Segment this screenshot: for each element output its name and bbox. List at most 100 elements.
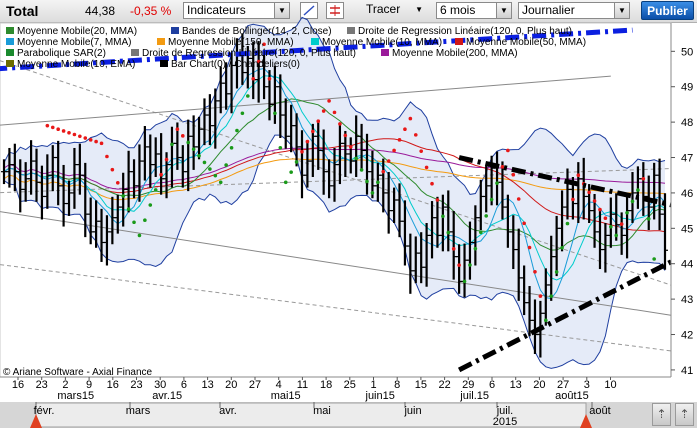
x-axis: 16 23 2 9 16 23 30 6 13 20 27 4 11 18 25 1 8 15 22 29 6 13 20 2… — [0, 376, 671, 402]
sar-dot — [343, 133, 348, 138]
sar-dot — [208, 167, 212, 171]
sar-dot — [376, 180, 380, 185]
sar-dot — [175, 127, 180, 131]
sar-dot — [240, 111, 245, 116]
sar-dot — [511, 172, 516, 177]
legend-label: Droite de Regression Linéaire(120, 0, Pl… — [358, 26, 573, 37]
legend-swatch — [6, 38, 14, 45]
sar-dot — [571, 197, 575, 202]
sar-dot — [522, 221, 526, 226]
sar-dot — [105, 154, 109, 159]
x-day-label: 13 — [510, 379, 522, 391]
x-day-label: 20 — [533, 379, 545, 391]
navigator-label: juin — [403, 405, 421, 417]
sar-dot — [94, 139, 98, 144]
legend-swatch — [6, 27, 14, 34]
sar-dot — [251, 76, 256, 81]
sar-dot — [294, 160, 299, 164]
sar-dot — [489, 197, 494, 202]
navigator-label: août — [589, 405, 610, 417]
y-tick-label: 43 — [681, 294, 693, 306]
legend-label: Moyenne Mobile(7, MMA) — [17, 37, 132, 48]
sar-dot — [424, 165, 429, 170]
sar-dot — [235, 128, 239, 133]
navigator-label: mai — [313, 405, 331, 417]
sar-dot — [538, 294, 543, 298]
legend-item: Bandes de Bollinger(14, 2, Close) — [171, 26, 332, 37]
sar-dot — [338, 122, 342, 126]
navigator-label: févr. — [34, 405, 55, 417]
sar-dot — [365, 179, 369, 184]
sar-dot — [126, 207, 131, 211]
sar-dot — [61, 129, 66, 133]
legend-label: Moyenne Mobile(20, MMA) — [17, 26, 138, 37]
sar-dot — [413, 133, 418, 137]
sar-dot — [316, 119, 321, 124]
sar-dot — [646, 217, 651, 221]
sar-dot — [527, 245, 532, 250]
sar-dot — [191, 147, 196, 151]
navigator-zoom-button[interactable]: ⇡ — [652, 403, 671, 426]
sar-dot — [636, 188, 640, 192]
sar-dot — [603, 216, 608, 221]
navigator-scroll-button[interactable]: ⇡ — [675, 403, 694, 426]
legend-label: Bandes de Bollinger(14, 2, Close) — [182, 26, 332, 37]
navigator-label: mars — [126, 405, 151, 417]
sar-dot — [614, 233, 619, 238]
legend-swatch — [6, 49, 14, 56]
y-tick-label: 49 — [681, 82, 693, 94]
range-navigator[interactable]: févr. mars avr. mai juin juil. août 2015 — [0, 402, 697, 428]
y-tick-label: 46 — [681, 188, 693, 200]
legend-item: Bar Chart(0) / Chandeliers(0) — [160, 59, 300, 70]
legend-item: Moyenne Mobile(50, MMA) — [455, 37, 586, 48]
sar-dot — [506, 148, 510, 153]
x-day-label: 18 — [320, 379, 332, 391]
sar-dot — [110, 167, 115, 172]
legend-item: Moyenne Mobile(200, MMA) — [381, 48, 518, 59]
sar-dot — [652, 257, 656, 261]
sar-dot — [348, 145, 353, 149]
x-month-label: mai15 — [271, 390, 301, 402]
sar-dot — [441, 214, 445, 219]
legend-item: Droite de Regression Linéaire(120, 0, Pl… — [347, 26, 572, 37]
sar-dot — [549, 294, 554, 298]
y-axis-bg — [671, 23, 697, 402]
sar-dot — [516, 197, 521, 201]
sar-dot — [170, 142, 174, 147]
sar-dot — [332, 110, 337, 115]
legend-item: Moyenne Mobile(10, MMA) — [311, 37, 442, 48]
x-month-label: avr.15 — [152, 390, 182, 402]
sar-dot — [565, 221, 570, 226]
sar-dot — [197, 153, 201, 158]
sar-dot — [202, 160, 207, 165]
sar-dot — [370, 191, 375, 195]
sar-dot — [544, 318, 548, 323]
sar-dot — [576, 173, 581, 178]
sar-dot — [403, 127, 407, 131]
legend-label: Parabolique SAR(2) — [17, 48, 106, 59]
x-day-label: 16 — [12, 379, 24, 391]
sar-dot — [148, 203, 153, 207]
sar-dot — [419, 149, 423, 153]
sar-dot — [305, 139, 310, 144]
sar-dot — [587, 190, 591, 195]
sar-dot — [278, 145, 283, 150]
x-day-label: 25 — [344, 379, 356, 391]
sar-dot — [213, 173, 218, 178]
legend-label: Moyenne Mobile(200, MMA) — [392, 48, 518, 59]
x-day-label: 27 — [249, 379, 261, 391]
sar-dot — [408, 116, 413, 121]
legend-swatch — [381, 49, 389, 56]
x-day-label: 8 — [394, 379, 400, 391]
sar-dot — [50, 125, 55, 130]
legend-label: Droite de Regression Linéaire(120, 0, Pl… — [142, 48, 357, 59]
sar-dot — [619, 222, 624, 226]
sar-dot — [500, 165, 505, 169]
x-day-label: 23 — [36, 379, 48, 391]
sar-dot — [72, 132, 77, 137]
legend-label: Moyenne Mobile(50, MMA) — [466, 37, 587, 48]
legend-swatch — [131, 49, 139, 56]
sar-dot — [484, 214, 489, 218]
legend-label: Moyenne Mobile(10, EMA) — [17, 59, 136, 70]
legend-swatch — [6, 60, 14, 67]
